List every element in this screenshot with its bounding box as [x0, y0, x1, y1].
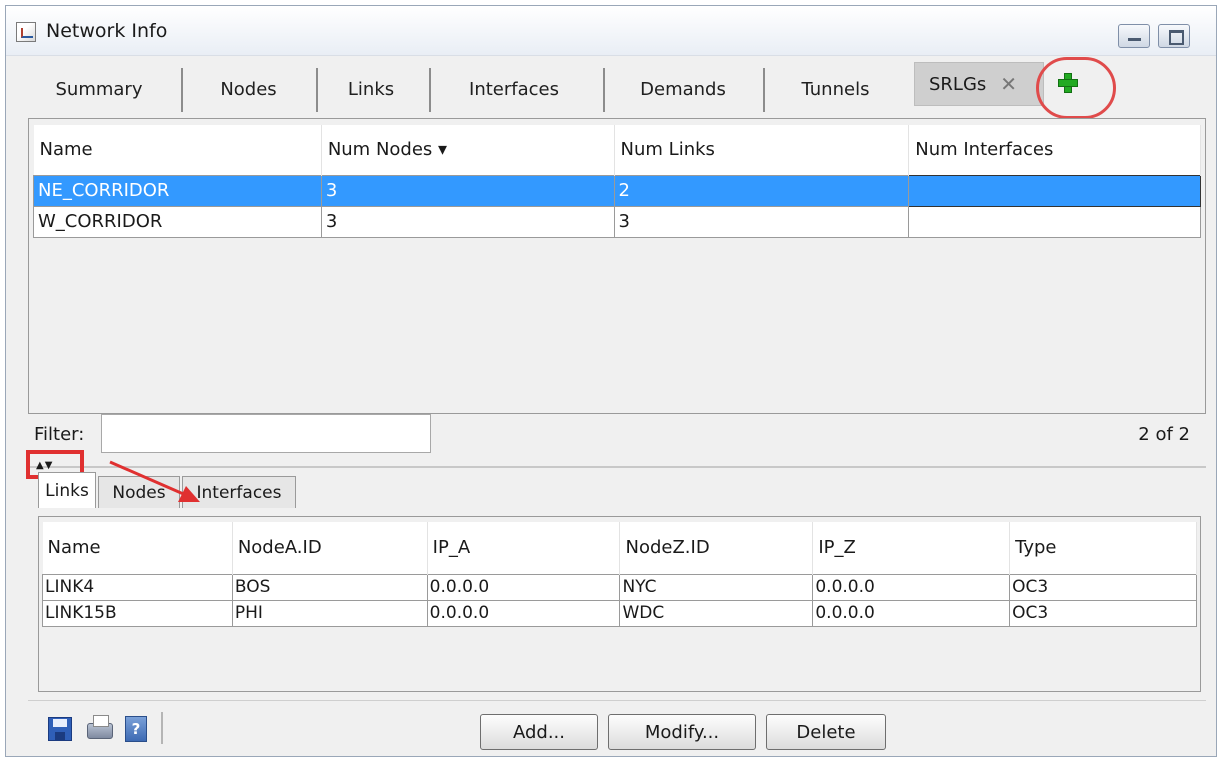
cell-ip-z[interactable]: 0.0.0.0	[812, 599, 1011, 627]
plus-icon	[1058, 73, 1078, 93]
cell-ip-z[interactable]: 0.0.0.0	[812, 573, 1011, 601]
column-header-ip-a[interactable]: IP_A	[427, 522, 621, 574]
window-title: Network Info	[46, 20, 168, 42]
subtab-nodes[interactable]: Nodes	[98, 476, 180, 508]
cell-ip-a[interactable]: 0.0.0.0	[426, 573, 621, 601]
add-tab-button[interactable]	[1053, 66, 1081, 98]
column-header-nodez-id[interactable]: NodeZ.ID	[619, 522, 814, 574]
cell-name[interactable]: LINK15B	[42, 599, 233, 627]
filter-input[interactable]	[101, 414, 431, 453]
column-header-type[interactable]: Type	[1009, 522, 1197, 574]
toolbar-separator	[161, 712, 163, 744]
cell-nodez-id[interactable]: WDC	[619, 599, 814, 627]
minimize-button[interactable]	[1118, 24, 1150, 48]
column-header-ip-z[interactable]: IP_Z	[812, 522, 1011, 574]
column-header-nodea-id[interactable]: NodeA.ID	[232, 522, 428, 574]
tab-divider	[763, 68, 765, 112]
column-header-num-interfaces[interactable]: Num Interfaces	[908, 125, 1201, 175]
app-icon	[16, 22, 36, 42]
cell-name[interactable]: NE_CORRIDOR	[33, 174, 322, 207]
toolbar-divider	[28, 700, 1206, 701]
cell-num-interfaces[interactable]	[908, 174, 1201, 207]
column-header-name[interactable]: Name	[33, 125, 322, 175]
modify-button[interactable]: Modify...	[608, 714, 756, 750]
column-header-num-nodes[interactable]: Num Nodes ▾	[321, 125, 615, 175]
save-icon[interactable]	[48, 717, 72, 741]
column-header-num-links[interactable]: Num Links	[614, 125, 910, 175]
cell-num-nodes[interactable]: 3	[320, 174, 615, 207]
tab-divider	[603, 68, 605, 112]
cell-num-interfaces[interactable]	[908, 205, 1201, 238]
add-button[interactable]: Add...	[480, 714, 598, 750]
delete-button[interactable]: Delete	[766, 714, 886, 750]
srlg-table-panel: Name Num Nodes ▾ Num Links Num Interface…	[28, 118, 1206, 414]
main-tab-bar: Summary Nodes Links Interfaces Demands T…	[6, 58, 1216, 113]
cell-num-links[interactable]: 3	[613, 205, 910, 238]
tab-nodes[interactable]: Nodes	[186, 66, 311, 113]
tab-divider	[181, 68, 183, 112]
cell-type[interactable]: OC3	[1009, 599, 1197, 627]
tab-tunnels[interactable]: Tunnels	[768, 66, 903, 113]
filter-label: Filter:	[34, 424, 85, 445]
tab-summary[interactable]: Summary	[24, 66, 174, 113]
network-info-window: Network Info Summary Nodes Links Interfa…	[5, 5, 1217, 757]
row-count: 2 of 2	[1138, 424, 1190, 445]
title-bar: Network Info	[6, 6, 1216, 56]
cell-nodea-id[interactable]: PHI	[231, 599, 428, 627]
subtab-links[interactable]: Links	[38, 472, 96, 508]
cell-nodea-id[interactable]: BOS	[231, 573, 428, 601]
close-tab-icon[interactable]: ✕	[1000, 72, 1017, 96]
links-table-panel: Name NodeA.ID IP_A NodeZ.ID IP_Z Type LI…	[38, 516, 1201, 692]
subtab-interfaces[interactable]: Interfaces	[182, 476, 296, 508]
tab-divider	[316, 68, 318, 112]
print-icon[interactable]	[87, 715, 113, 739]
tab-srlgs-label: SRLGs	[929, 73, 987, 95]
table-row[interactable]: W_CORRIDOR 3 3	[33, 205, 1201, 238]
column-header-name[interactable]: Name	[42, 522, 233, 574]
table-row[interactable]: LINK4 BOS 0.0.0.0 NYC 0.0.0.0 OC3	[42, 573, 1197, 601]
cell-ip-a[interactable]: 0.0.0.0	[426, 599, 621, 627]
cell-name[interactable]: LINK4	[42, 573, 233, 601]
tab-divider	[429, 68, 431, 112]
tab-demands[interactable]: Demands	[608, 66, 758, 113]
splitter-bar[interactable]	[28, 466, 1206, 468]
cell-type[interactable]: OC3	[1009, 573, 1197, 601]
cell-num-links[interactable]: 2	[613, 174, 910, 207]
splitter-arrows-icon[interactable]: ▲▼	[36, 460, 53, 471]
table-row[interactable]: NE_CORRIDOR 3 2	[33, 174, 1201, 207]
srlg-table: Name Num Nodes ▾ Num Links Num Interface…	[33, 125, 1201, 238]
links-table: Name NodeA.ID IP_A NodeZ.ID IP_Z Type LI…	[42, 522, 1197, 627]
cell-num-nodes[interactable]: 3	[320, 205, 615, 238]
help-icon[interactable]: ?	[125, 716, 147, 742]
tab-links[interactable]: Links	[321, 66, 421, 113]
tab-srlgs[interactable]: SRLGs ✕	[914, 62, 1044, 106]
maximize-button[interactable]	[1158, 24, 1190, 48]
cell-nodez-id[interactable]: NYC	[619, 573, 814, 601]
cell-name[interactable]: W_CORRIDOR	[33, 205, 322, 238]
table-row[interactable]: LINK15B PHI 0.0.0.0 WDC 0.0.0.0 OC3	[42, 599, 1197, 627]
tab-interfaces[interactable]: Interfaces	[434, 66, 594, 113]
